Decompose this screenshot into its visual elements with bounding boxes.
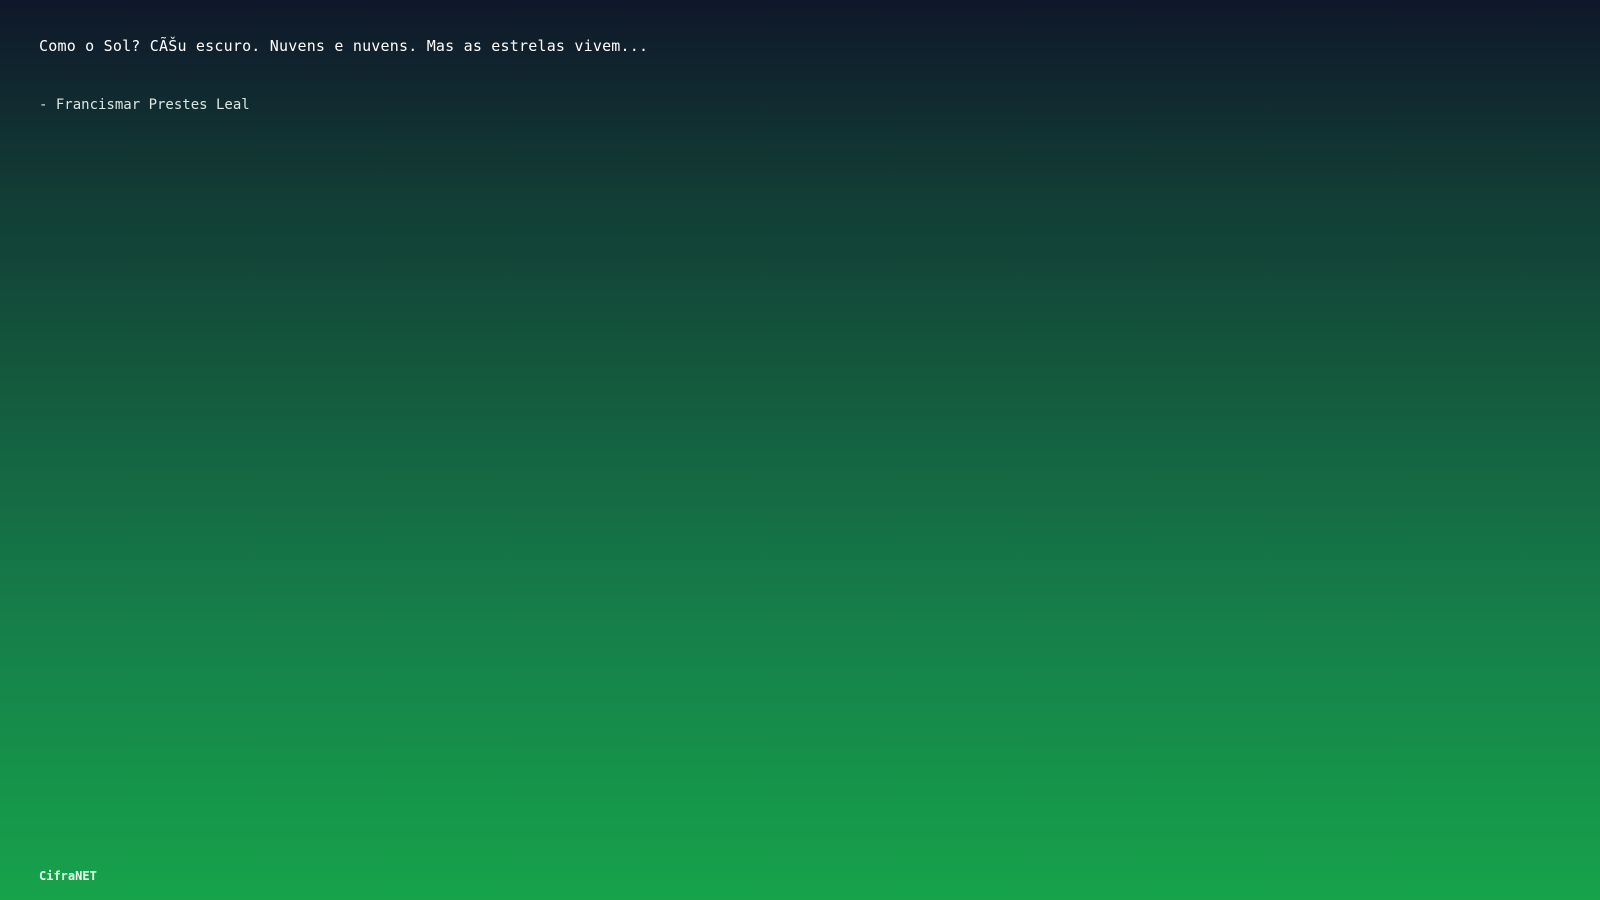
- quote-text: Como o Sol? CÃŠu escuro. Nuvens e nuvens…: [39, 37, 649, 55]
- quote-author: - Francismar Prestes Leal: [39, 97, 250, 113]
- brand-logo-text: CifraNET: [39, 869, 97, 883]
- screensaver-background: Como o Sol? CÃŠu escuro. Nuvens e nuvens…: [0, 0, 1600, 900]
